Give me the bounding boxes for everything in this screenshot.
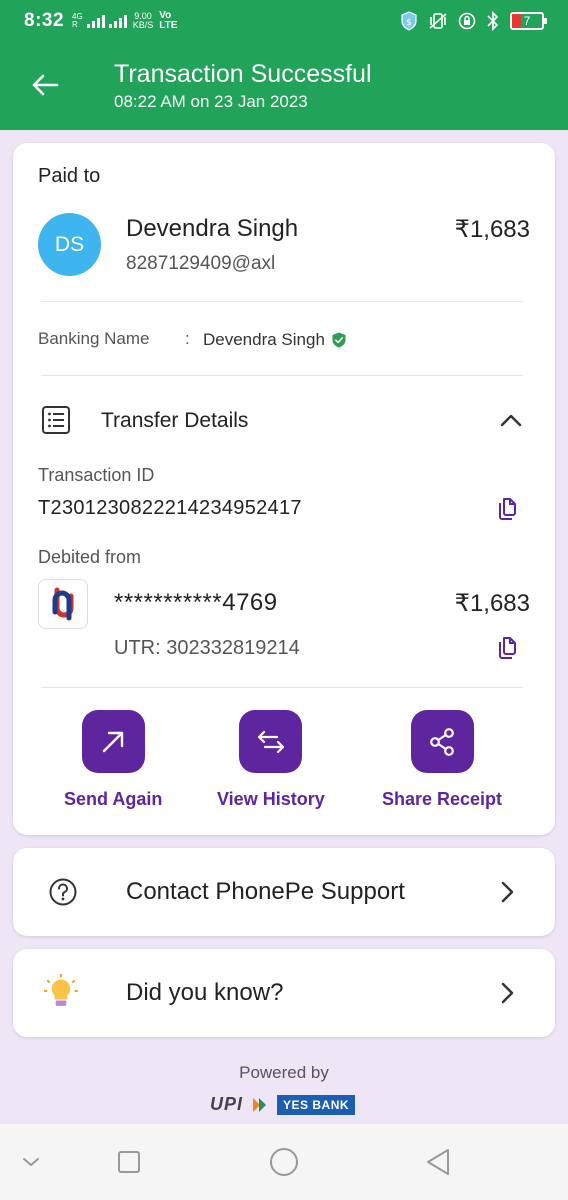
lightbulb-icon (44, 974, 78, 1006)
copy-icon[interactable] (496, 636, 518, 660)
did-you-know-button[interactable]: Did you know? (13, 949, 555, 1037)
upi-arrow-icon (253, 1097, 267, 1112)
transaction-id-label: Transaction ID (38, 465, 155, 485)
transfer-details-title: Transfer Details (101, 409, 249, 432)
network-speed-unit: KB/S (132, 20, 154, 30)
yes-bank-logo: YES BANK (277, 1094, 356, 1115)
signal-indicator: 4G R (72, 13, 127, 29)
contact-support-label: Contact PhonePe Support (126, 878, 405, 905)
divider (41, 375, 523, 376)
recent-apps-icon[interactable] (113, 1146, 145, 1178)
copy-icon[interactable] (496, 497, 518, 521)
contact-support-button[interactable]: Contact PhonePe Support (13, 848, 555, 936)
did-you-know-label: Did you know? (126, 979, 284, 1006)
transaction-timestamp: 08:22 AM on 23 Jan 2023 (114, 92, 308, 111)
share-icon (430, 727, 454, 756)
partner-logos: UPI YES BANK (210, 1094, 356, 1115)
back-triangle-icon[interactable] (422, 1146, 454, 1178)
verified-shield-icon (332, 332, 346, 348)
powered-by-label: Powered by (239, 1063, 329, 1082)
banking-name-separator: : (185, 329, 190, 348)
chevron-right-icon (501, 881, 514, 903)
transaction-card: Paid to DS Devendra Singh 8287129409@axl… (13, 143, 555, 835)
upi-logo: UPI (210, 1094, 244, 1114)
share-receipt-label: Share Receipt (382, 789, 503, 809)
union-bank-logo-icon (52, 587, 74, 621)
debited-from-label: Debited from (38, 547, 142, 567)
list-document-icon (42, 406, 70, 434)
status-icons: $ 7 (400, 11, 547, 31)
lte-label: LTE (159, 20, 178, 31)
status-time: 8:32 (24, 10, 65, 31)
chevron-right-icon (501, 982, 514, 1004)
app-bar: Transaction Successful 08:22 AM on 23 Ja… (0, 42, 568, 130)
back-arrow-icon[interactable] (30, 70, 60, 100)
status-bar: 8:32 4G R 9.00 KB/S Vo LTE $ 7 (0, 0, 568, 42)
chevron-down-icon[interactable] (16, 1146, 46, 1178)
signal-bars-icon (86, 14, 105, 28)
battery-level: 7 (523, 14, 531, 28)
volte-indicator: Vo LTE (159, 11, 177, 31)
bluetooth-icon (487, 11, 499, 31)
utr-number: UTR: 302332819214 (114, 637, 300, 659)
signal-bars-2-icon (108, 14, 127, 28)
help-circle-icon (49, 878, 77, 906)
battery-icon: 7 (510, 12, 547, 30)
view-history-icon-container (239, 710, 303, 773)
banking-name-label: Banking Name (38, 329, 150, 348)
divider (41, 301, 523, 302)
avatar: DS (38, 213, 101, 276)
divider (41, 687, 523, 688)
action-buttons: Send Again View History Share Receipt (13, 710, 555, 820)
roaming-indicator: R (72, 20, 78, 29)
arrow-up-right-icon (102, 731, 124, 752)
send-again-label: Send Again (64, 789, 163, 809)
shield-icon: $ (401, 11, 417, 31)
paid-to-label: Paid to (38, 165, 101, 187)
hotspot-icon (458, 12, 476, 30)
masked-account-number: ***********4769 (114, 589, 278, 616)
network-speed: 9.00 KB/S (133, 12, 154, 30)
share-receipt-icon-container (410, 710, 474, 773)
paid-amount: ₹1,683 (454, 216, 530, 243)
banking-name-text: Devendra Singh (203, 330, 325, 349)
home-circle-icon[interactable] (268, 1146, 300, 1178)
page-title: Transaction Successful (114, 60, 372, 88)
svg-text:$: $ (406, 18, 412, 28)
view-history-label: View History (217, 789, 325, 809)
vibrate-icon (429, 13, 447, 29)
banking-name-value: Devendra Singh (203, 330, 347, 350)
payee-upi-id: 8287129409@axl (126, 253, 276, 274)
chevron-up-icon[interactable] (499, 409, 523, 433)
bank-logo (38, 579, 88, 629)
send-again-button[interactable]: Send Again (64, 710, 162, 810)
debited-amount: ₹1,683 (454, 590, 530, 617)
share-receipt-button[interactable]: Share Receipt (382, 710, 502, 810)
view-history-button[interactable]: View History (217, 710, 325, 810)
send-again-icon-container (81, 710, 145, 773)
payee-name: Devendra Singh (126, 215, 299, 242)
swap-arrows-icon (257, 730, 284, 753)
system-navigation-bar (0, 1124, 568, 1200)
transaction-id-value: T2301230822214234952417 (38, 497, 302, 519)
